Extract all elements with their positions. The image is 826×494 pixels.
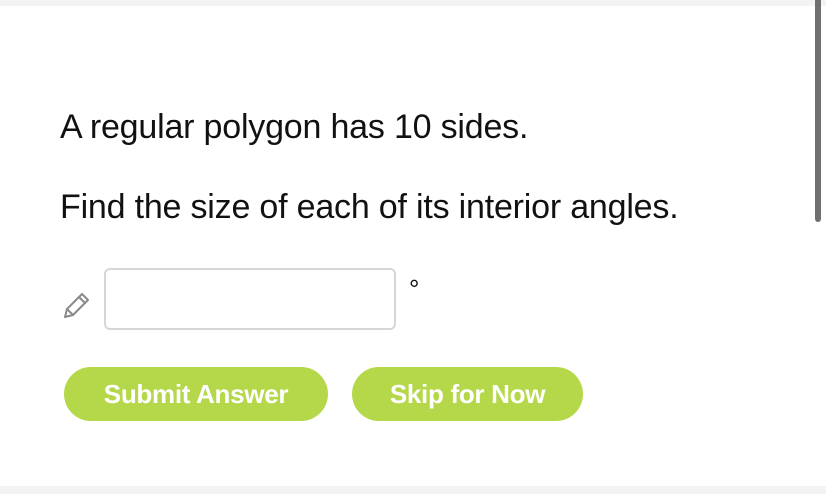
question-text-line-2: Find the size of each of its interior an… bbox=[60, 188, 679, 226]
scrollbar-thumb[interactable] bbox=[815, 0, 821, 222]
question-page: A regular polygon has 10 sides. Find the… bbox=[0, 0, 826, 494]
answer-input[interactable] bbox=[104, 268, 396, 330]
question-text-line-1: A regular polygon has 10 sides. bbox=[60, 108, 529, 146]
skip-for-now-button[interactable]: Skip for Now bbox=[352, 367, 583, 421]
degree-unit-label: ° bbox=[409, 274, 420, 304]
submit-answer-button[interactable]: Submit Answer bbox=[64, 367, 328, 421]
bottom-divider bbox=[0, 486, 826, 494]
pencil-icon bbox=[58, 284, 94, 320]
top-divider bbox=[0, 0, 826, 6]
